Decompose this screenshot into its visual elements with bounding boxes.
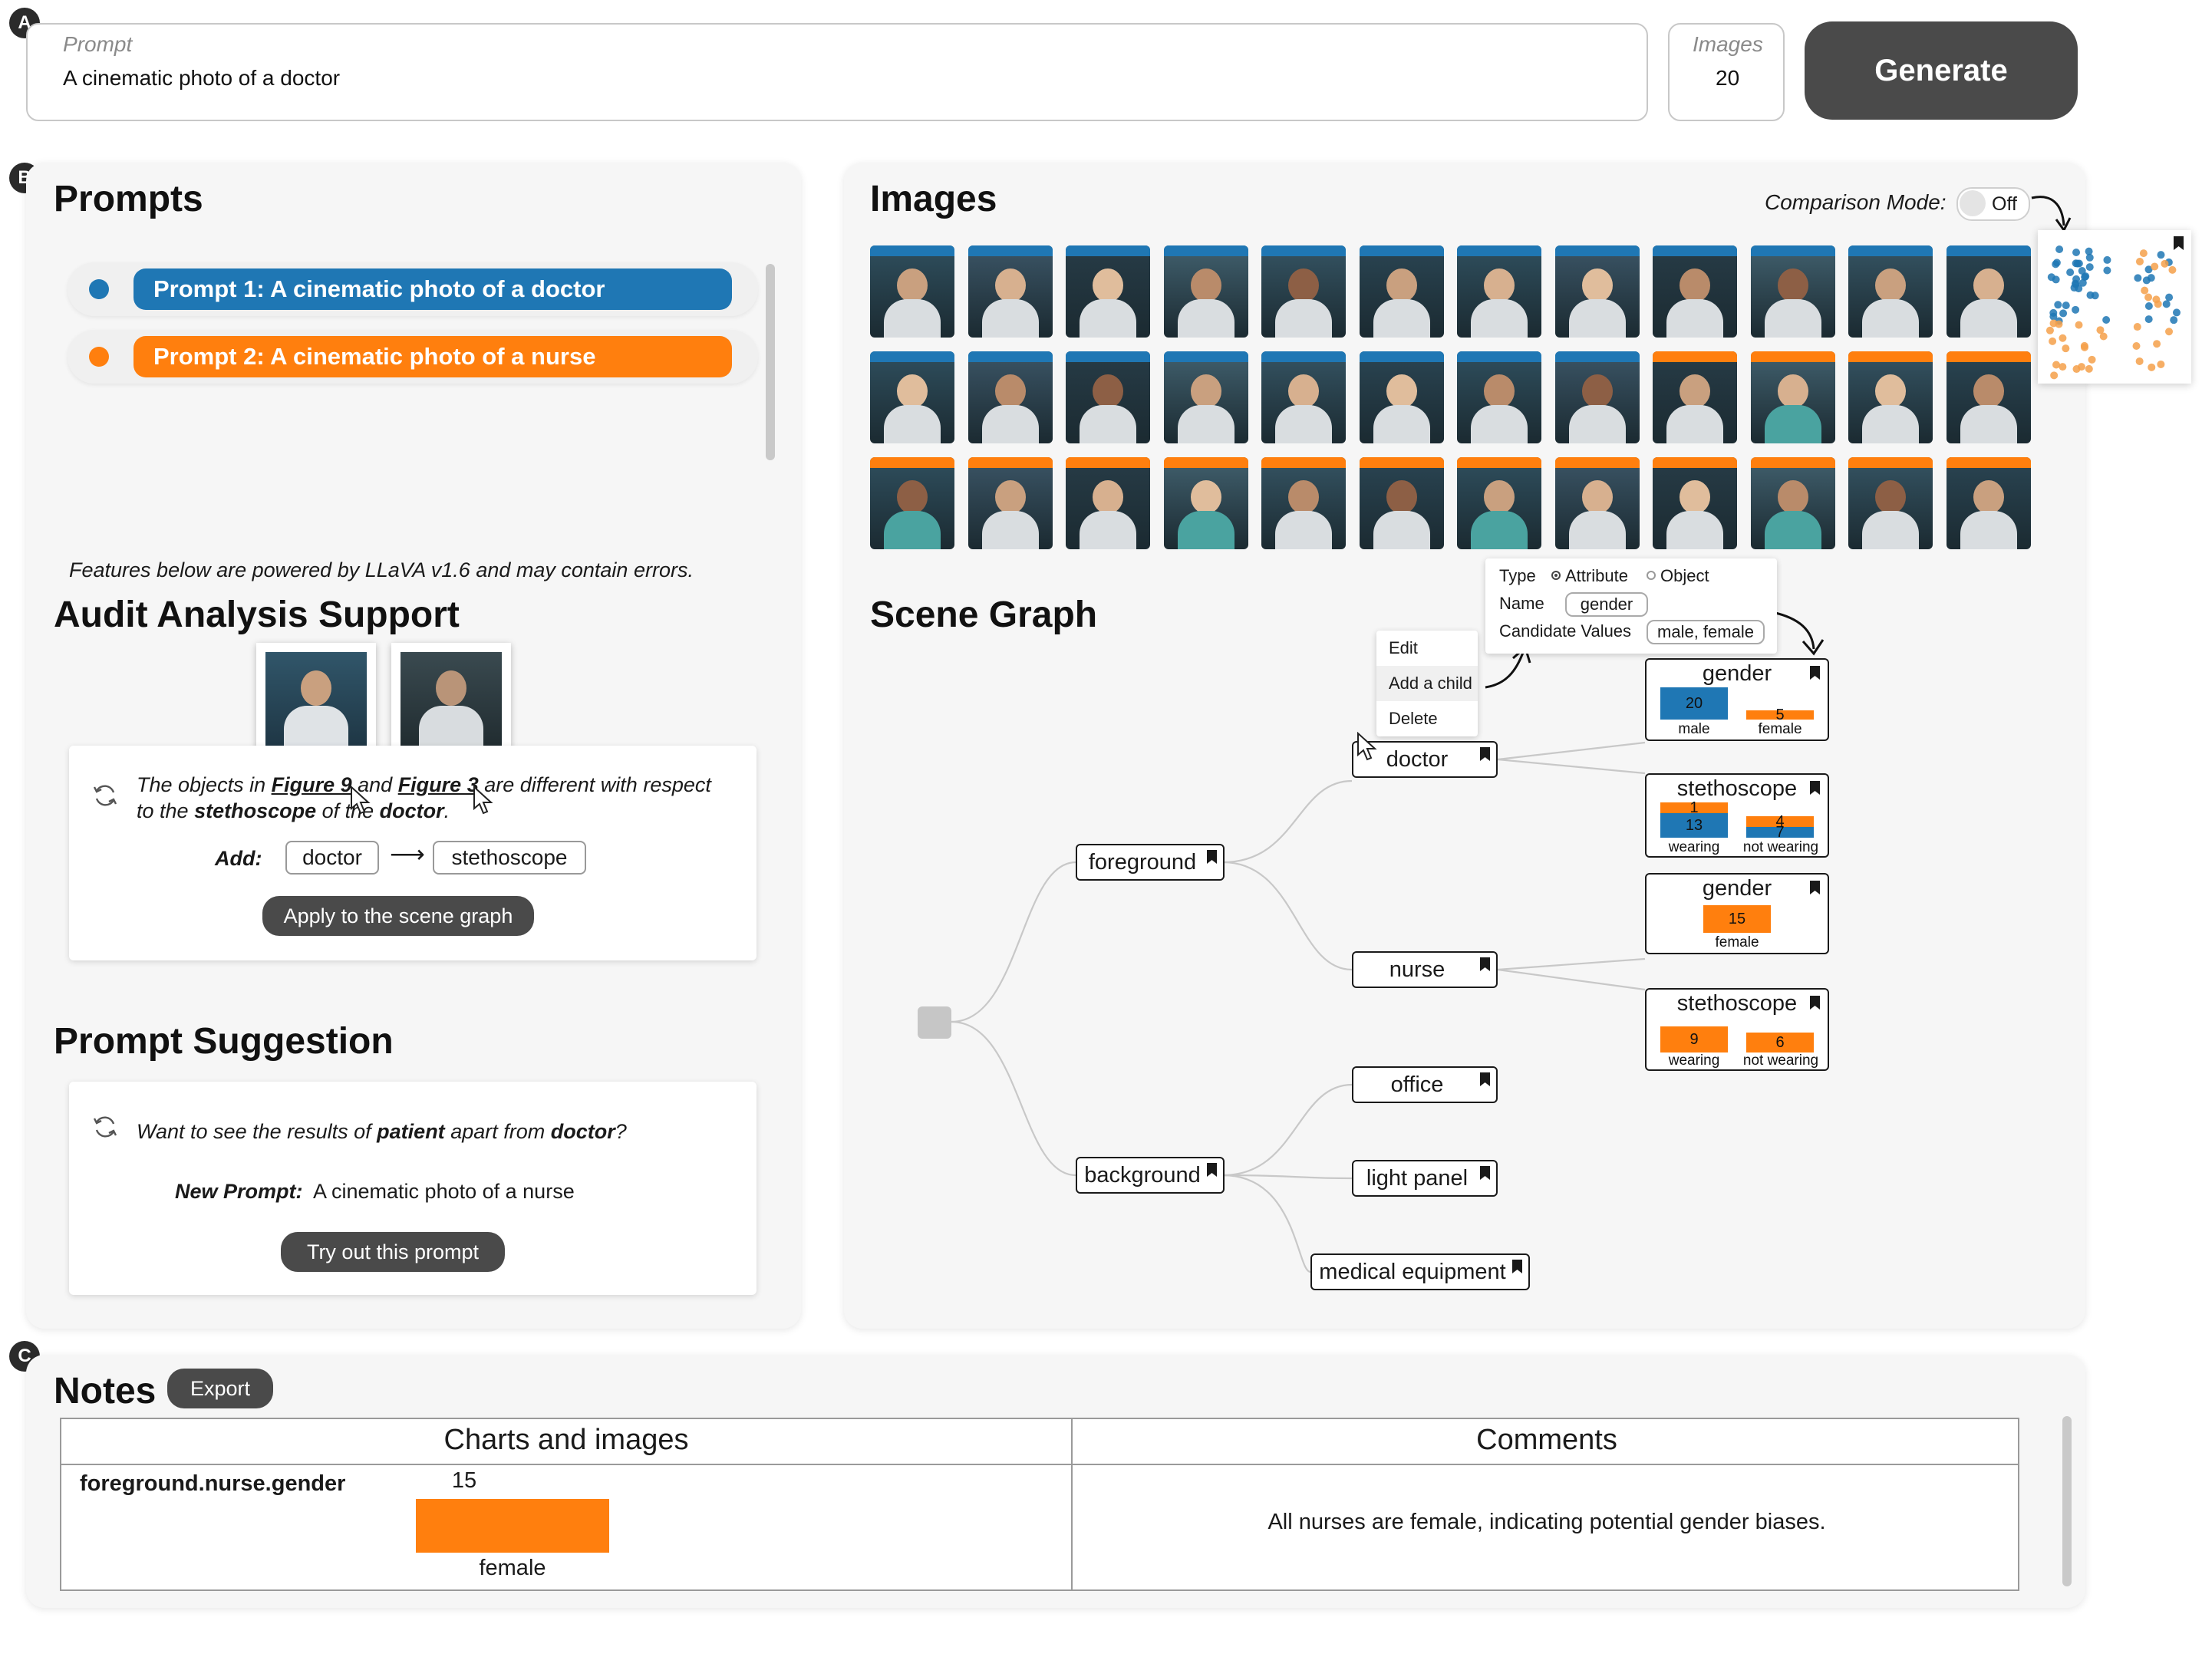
table-header-divider [61,1464,2018,1465]
attribute-form: Type Attribute Object Name gender Candid… [1485,558,1777,654]
node-nurse[interactable]: nurse [1352,951,1498,988]
scene-graph-root[interactable] [918,1006,951,1039]
radio-attribute[interactable] [1551,571,1561,580]
attr-title: gender [1702,661,1772,686]
candidate-values-label: Candidate Values [1499,621,1632,641]
node-context-menu: Edit Add a child Delete [1376,631,1478,736]
attr-title: stethoscope [1676,991,1798,1016]
node-medical-equipment[interactable]: medical equipment [1310,1253,1530,1290]
note-bar-label: female [479,1556,546,1580]
label-male: male [1678,721,1710,737]
label-not-wearing: not wearing [1742,839,1819,855]
bookmark-icon[interactable] [1480,1166,1490,1180]
label-female: female [1758,721,1802,737]
label-not-wearing: not wearing [1742,1052,1819,1069]
bar-wearing-nurse: 1 [1660,799,1728,816]
type-label: Type [1499,566,1536,585]
attr-doctor-stethoscope[interactable]: stethoscope 1 13 4 7 wearing not wearing [1645,773,1829,858]
attr-title: stethoscope [1676,776,1798,801]
bookmark-icon[interactable] [1512,1260,1522,1273]
radio-object[interactable] [1647,571,1656,580]
bookmark-icon[interactable] [1480,747,1490,761]
bar-wearing: 9 [1660,1026,1728,1052]
cursor-icon-3 [1357,732,1377,761]
bar-not-wearing: 6 [1746,1033,1814,1052]
bookmark-icon[interactable] [1207,1163,1217,1177]
attr-nurse-stethoscope[interactable]: stethoscope 9 6 wearing not wearing [1645,988,1829,1071]
label-wearing: wearing [1668,839,1720,855]
label-female: female [1715,934,1759,950]
label-wearing: wearing [1668,1052,1720,1069]
bar-wearing-doctor: 13 [1660,813,1728,838]
col-header-charts: Charts and images [443,1424,689,1456]
attr-doctor-gender[interactable]: gender 20 5 male female [1645,658,1829,741]
bookmark-icon[interactable] [1480,1072,1490,1086]
candidate-values-input[interactable]: male, female [1647,620,1765,644]
node-background[interactable]: background [1076,1157,1225,1194]
attr-nurse-gender[interactable]: gender 15 female [1645,873,1829,954]
bar-male: 20 [1660,687,1728,720]
attr-title: gender [1702,876,1772,901]
note-bar-value: 15 [451,1468,477,1493]
menu-item-edit[interactable]: Edit [1376,631,1478,666]
note-comment: All nurses are female, indicating potent… [1267,1510,1826,1534]
radio-object-label: Object [1660,566,1709,585]
name-input[interactable]: gender [1565,592,1648,617]
bookmark-icon[interactable] [1207,850,1217,864]
export-button[interactable]: Export [167,1369,273,1408]
bookmark-icon[interactable] [1480,957,1490,971]
bar-female: 15 [1703,905,1771,933]
node-light-panel[interactable]: light panel [1352,1160,1498,1197]
note-bar [416,1499,609,1553]
bar-female: 5 [1746,707,1814,723]
menu-item-add-child[interactable]: Add a child [1376,666,1478,701]
col-header-comments: Comments [1476,1424,1617,1456]
node-foreground[interactable]: foreground [1076,844,1225,881]
notes-table: Charts and images Comments foreground.nu… [60,1418,2019,1591]
notes-scrollbar[interactable] [2062,1416,2072,1586]
name-label: Name [1499,594,1544,613]
bar-not-wearing-doctor: 7 [1746,824,1814,841]
menu-item-delete[interactable]: Delete [1376,701,1478,736]
node-office[interactable]: office [1352,1066,1498,1103]
radio-attribute-label: Attribute [1565,566,1628,585]
notes-title: Notes [54,1371,157,1412]
note-row-key: foreground.nurse.gender [80,1471,346,1496]
